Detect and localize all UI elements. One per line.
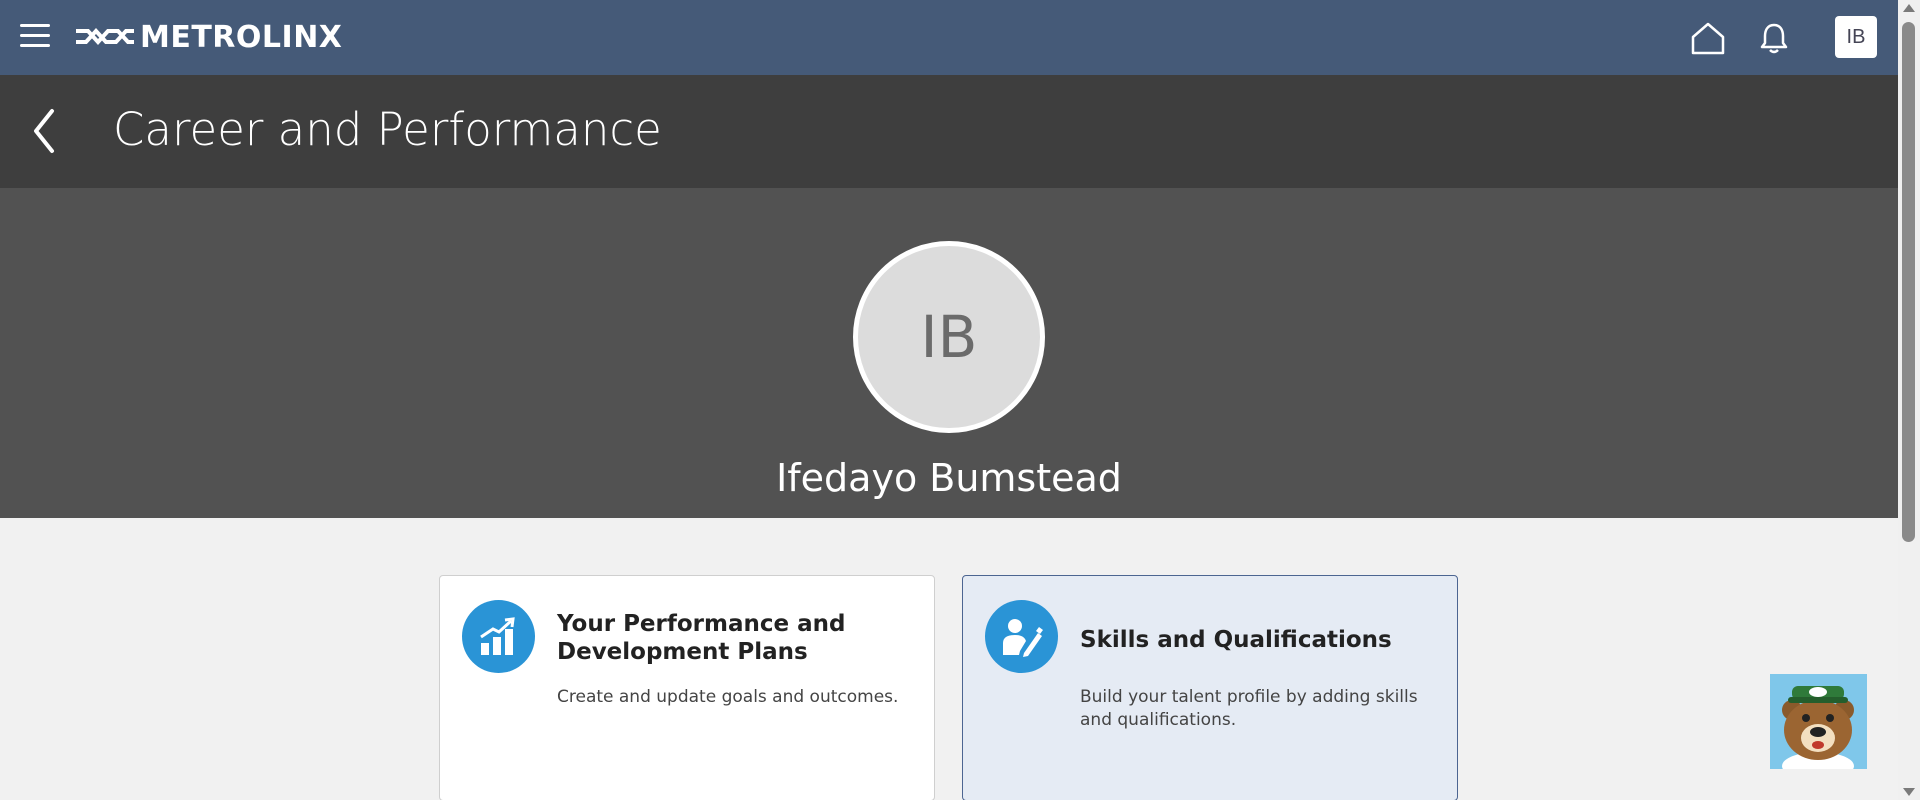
notifications-bell-icon[interactable] [1756, 20, 1792, 56]
card-title: Your Performance and Development Plans [557, 611, 846, 665]
vertical-scrollbar[interactable] [1898, 0, 1920, 800]
back-arrow-icon[interactable] [26, 105, 66, 157]
scrollbar-thumb[interactable] [1902, 22, 1915, 542]
hamburger-menu-icon[interactable] [20, 24, 52, 50]
page-title: Career and Performance [113, 103, 662, 156]
metrolinx-wave-icon [76, 28, 134, 45]
card-description: Create and update goals and outcomes. [557, 687, 899, 707]
chatbot-bear-mascot-icon[interactable] [1770, 674, 1867, 769]
chart-growth-icon [462, 600, 535, 673]
page-header: Career and Performance [0, 75, 1898, 188]
scroll-down-arrow-icon[interactable] [1903, 788, 1915, 796]
card-title: Skills and Qualifications [1080, 627, 1392, 653]
profile-banner: IB Ifedayo Bumstead [0, 188, 1898, 518]
brand-logo[interactable]: METROLINX [74, 18, 342, 56]
user-avatar-button[interactable]: IB [1835, 16, 1877, 58]
skills-qualifications-card[interactable]: Skills and Qualifications Build your tal… [962, 575, 1458, 800]
scroll-up-arrow-icon[interactable] [1903, 4, 1915, 12]
profile-name: Ifedayo Bumstead [776, 456, 1122, 500]
performance-plans-card[interactable]: Your Performance and Development Plans C… [439, 575, 935, 800]
home-icon[interactable] [1690, 20, 1726, 56]
profile-avatar: IB [853, 241, 1045, 433]
brand-name: METROLINX [140, 19, 343, 55]
person-edit-icon [985, 600, 1058, 673]
top-navigation-bar: METROLINX IB [0, 0, 1898, 75]
card-description: Build your talent profile by adding skil… [1080, 687, 1418, 730]
